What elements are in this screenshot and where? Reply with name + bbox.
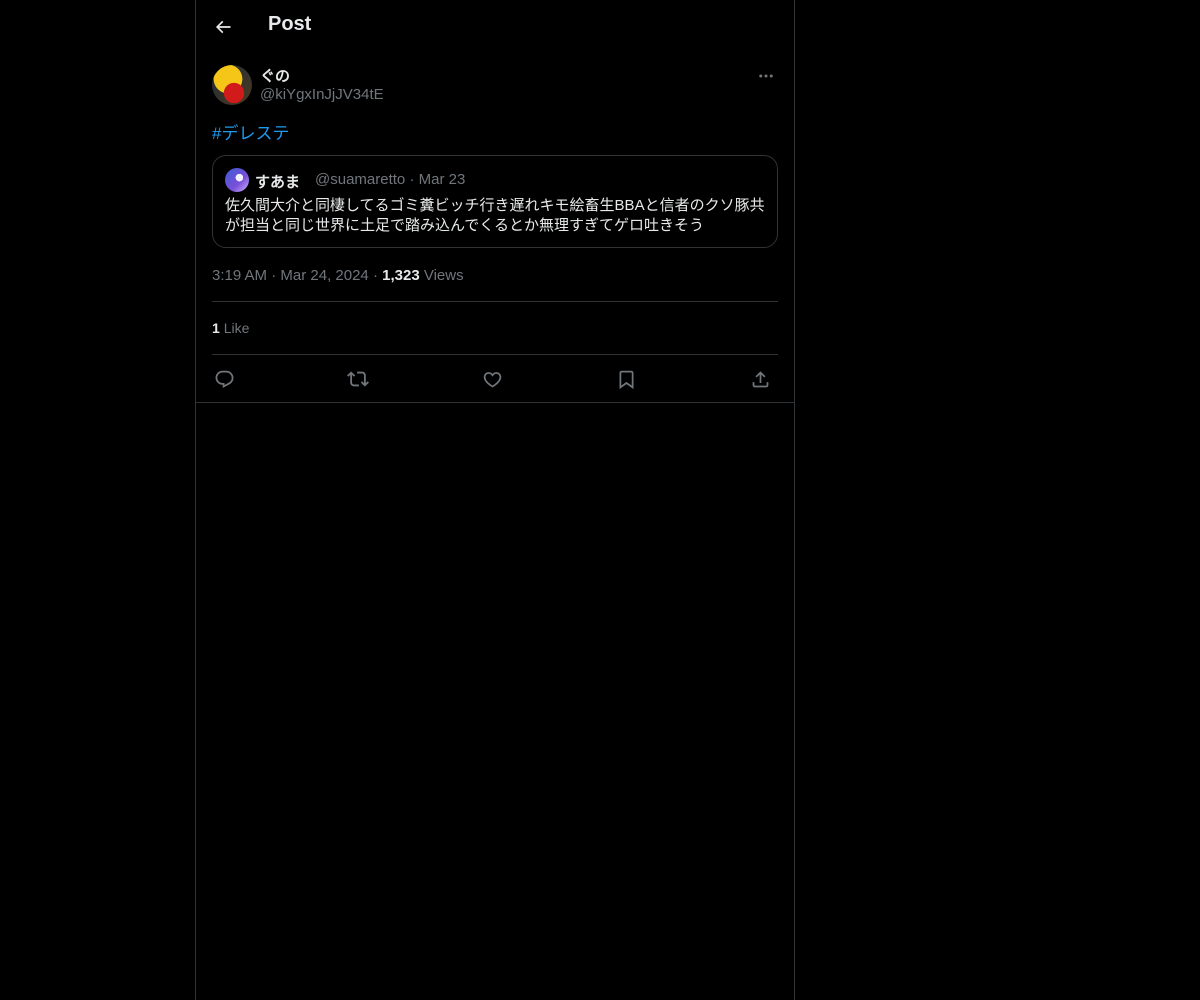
more-options-button[interactable] <box>754 64 778 88</box>
quoted-avatar <box>225 168 249 192</box>
post-text: #デレステ <box>212 119 289 144</box>
share-icon <box>750 369 771 390</box>
post-time[interactable]: 3:19 AM <box>212 267 267 284</box>
quoted-date: Mar 23 <box>418 171 466 188</box>
quoted-post[interactable]: すあま @suamaretto · Mar 23 佐久間大介と同棲してるゴミ糞ビ… <box>212 155 778 248</box>
share-button[interactable] <box>748 367 772 391</box>
like-button[interactable] <box>480 367 504 391</box>
divider <box>212 354 778 355</box>
likes-count[interactable]: 1 <box>212 320 220 336</box>
quoted-text: 佐久間大介と同棲してるゴミ糞ビッチ行き遅れキモ絵畜生BBAと信者のクソ豚共が担当… <box>225 197 765 234</box>
post-date[interactable]: Mar 24, 2024 <box>280 267 368 284</box>
views-label: Views <box>423 267 464 284</box>
like-heart-icon <box>482 369 503 390</box>
quoted-handle: @suamaretto <box>315 171 406 188</box>
page-title: Post <box>268 13 312 35</box>
post-author: ぐの @kiYgxInJjJV34tE <box>212 64 778 108</box>
quoted-separator: · <box>409 171 415 188</box>
reply-button[interactable] <box>212 367 236 391</box>
views-count: 1,323 <box>382 267 420 284</box>
quoted-handle-line: @suamaretto · Mar 23 <box>315 171 465 188</box>
hashtag-link[interactable]: #デレステ <box>212 124 289 143</box>
quoted-display-name: すあま <box>255 174 301 191</box>
more-horizontal-icon <box>757 67 775 85</box>
quoted-post-header: すあま @suamaretto · Mar 23 <box>225 168 765 192</box>
bookmark-button[interactable] <box>614 367 638 391</box>
likes-row: 1 Like <box>212 320 249 336</box>
meta-separator: · <box>372 267 378 284</box>
action-bar <box>212 357 778 401</box>
meta-separator: · <box>271 267 277 284</box>
page-header: Post <box>196 0 794 54</box>
avatar[interactable] <box>212 65 252 105</box>
post-meta: 3:19 AM · Mar 24, 2024 · 1,323 Views <box>212 267 464 284</box>
author-handle[interactable]: @kiYgxInJjJV34tE <box>260 86 384 103</box>
author-display-name[interactable]: ぐの <box>260 65 290 86</box>
likes-label[interactable]: Like <box>224 320 250 336</box>
back-button[interactable] <box>208 9 238 45</box>
repost-icon <box>347 368 369 390</box>
divider <box>196 402 794 403</box>
bookmark-icon <box>616 369 637 390</box>
main-column: Post ぐの @kiYgxInJjJV34tE #デレステ すあま @suam… <box>195 0 795 1000</box>
arrow-left-icon <box>213 17 233 37</box>
repost-button[interactable] <box>346 367 370 391</box>
divider <box>212 301 778 302</box>
reply-icon <box>214 369 235 390</box>
